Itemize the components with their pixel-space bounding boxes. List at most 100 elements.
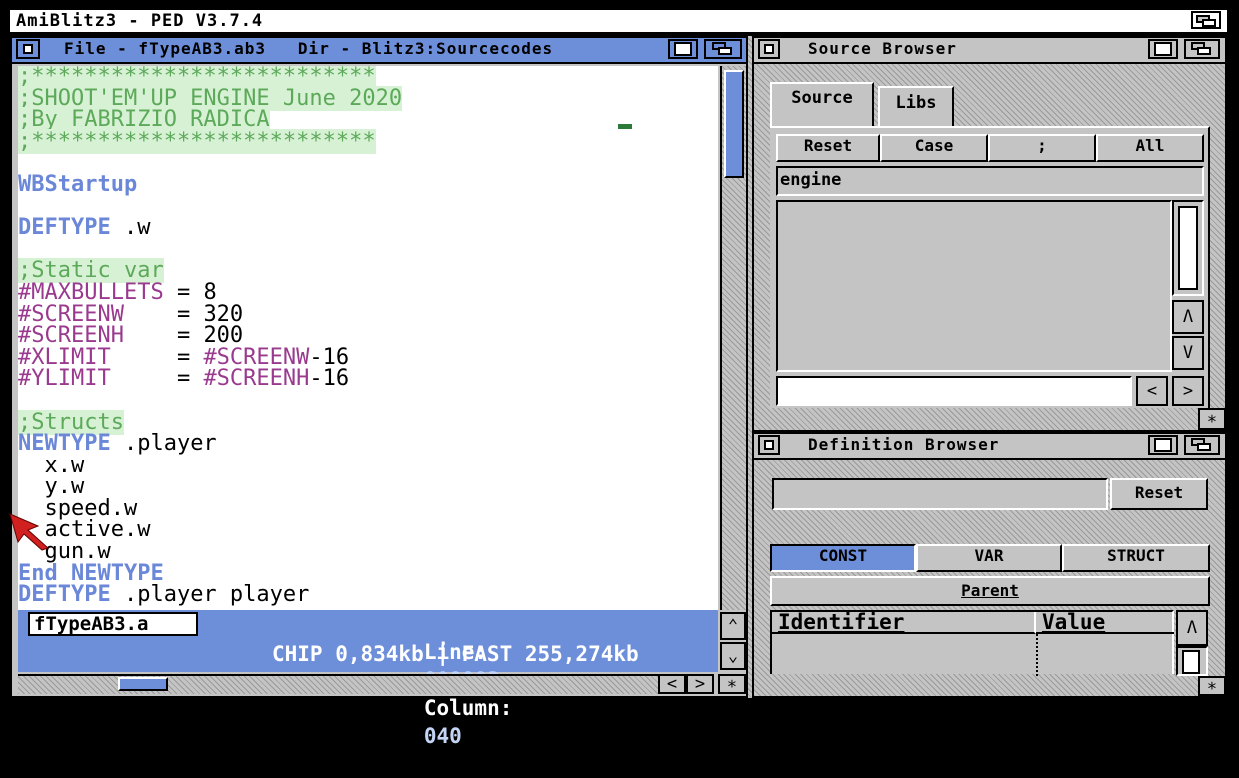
editor-hscroll-track[interactable] <box>18 674 658 694</box>
source-browser-window: Source Browser Source Libs Reset Case ; … <box>752 36 1227 432</box>
cursor-position: Line: 000003 Column: 040 <box>348 610 513 778</box>
code-line[interactable]: DEFTYPE .player player <box>18 584 718 606</box>
list-down-icon[interactable]: V <box>1172 336 1204 370</box>
code-line[interactable]: ;Structs <box>18 409 718 435</box>
code-line[interactable] <box>18 152 718 174</box>
code-editor[interactable]: ;************************** ;SHOOT'EM'UP … <box>18 66 718 610</box>
case-button[interactable]: Case <box>880 134 988 162</box>
scroll-up-icon[interactable]: ⌃ <box>720 612 746 640</box>
editor-hscroll-thumb[interactable] <box>118 677 168 691</box>
status-panel: fTypeAB3.a Line: 000003 Column: 040 CHIP… <box>18 610 718 748</box>
code-line[interactable]: NEWTYPE .player <box>18 433 718 455</box>
code-token: #SCREENH <box>203 366 310 392</box>
semicolon-button[interactable]: ; <box>988 134 1096 162</box>
resize-gadget-icon[interactable]: ∗ <box>1198 676 1226 696</box>
scroll-left-icon[interactable]: < <box>658 674 686 694</box>
definition-up-icon[interactable]: Λ <box>1176 610 1208 646</box>
column-value-header[interactable]: Value <box>1036 612 1174 634</box>
editor-vscroll-track[interactable] <box>720 66 746 610</box>
code-line[interactable]: DEFTYPE .w <box>18 217 718 239</box>
category-struct-button[interactable]: STRUCT <box>1062 544 1210 572</box>
code-line[interactable]: gun.w <box>18 541 718 563</box>
code-token: .w <box>110 215 151 241</box>
scroll-down-icon[interactable]: ⌄ <box>720 642 746 670</box>
editor-title-bar[interactable]: File - fTypeAB3.ab3 Dir - Blitz3:Sourcec… <box>12 38 746 64</box>
reset-button[interactable]: Reset <box>776 134 880 162</box>
column-label: Column: <box>423 696 513 720</box>
editor-vscroll-thumb[interactable] <box>724 70 744 178</box>
depth-gadget-icon[interactable] <box>1184 39 1220 59</box>
definition-reset-button[interactable]: Reset <box>1110 478 1208 510</box>
all-button[interactable]: All <box>1096 134 1204 162</box>
code-line[interactable]: active.w <box>18 519 718 541</box>
close-gadget-icon[interactable] <box>758 39 780 59</box>
resize-gadget-icon[interactable]: ∗ <box>718 674 746 694</box>
code-line[interactable] <box>18 239 718 261</box>
definition-table: Identifier Value <box>770 610 1174 676</box>
definition-scrollbar[interactable] <box>1176 646 1208 676</box>
list-up-icon[interactable]: Λ <box>1172 300 1204 334</box>
tab-libs[interactable]: Libs <box>878 86 954 126</box>
close-gadget-icon[interactable] <box>16 39 40 59</box>
category-var-button[interactable]: VAR <box>916 544 1062 572</box>
file-tab[interactable]: fTypeAB3.a <box>28 612 198 636</box>
code-token: #YLIMIT <box>18 366 111 392</box>
screen-depth-icon[interactable] <box>1191 11 1221 29</box>
source-browser-title: Source Browser <box>808 39 957 58</box>
nav-right-icon[interactable]: > <box>1172 376 1204 406</box>
code-line[interactable]: WBStartup <box>18 171 718 197</box>
code-token: .player player <box>110 582 310 608</box>
code-token: = <box>110 366 204 392</box>
source-list-scroll-thumb[interactable] <box>1178 206 1198 290</box>
definition-browser-title-bar[interactable]: Definition Browser <box>754 434 1225 460</box>
definition-browser-window: Definition Browser Reset CONST VAR STRUC… <box>752 432 1227 698</box>
code-line[interactable]: ;SHOOT'EM'UP ENGINE June 2020 <box>18 85 718 111</box>
zoom-gadget-icon[interactable] <box>1148 435 1178 455</box>
nav-left-icon[interactable]: < <box>1136 376 1168 406</box>
code-line[interactable]: End NEWTYPE <box>18 562 718 585</box>
zoom-gadget-icon[interactable] <box>668 39 698 59</box>
filter-input[interactable]: engine <box>776 166 1204 196</box>
code-line[interactable]: ;By FABRIZIO RADICA <box>18 107 718 133</box>
code-line[interactable]: #MAXBULLETS = 8 <box>18 281 718 304</box>
mouse-pointer-icon <box>9 513 49 551</box>
scroll-right-icon[interactable]: > <box>686 674 714 694</box>
source-results-list[interactable] <box>776 200 1172 372</box>
screen-title-bar: AmiBlitz3 - PED V3.7.4 <box>10 10 1227 34</box>
memory-status: CHIP 0,834kb | FAST 255,274kb <box>272 642 639 666</box>
category-const-button[interactable]: CONST <box>770 544 916 572</box>
definition-search-input[interactable] <box>772 478 1108 510</box>
code-lines: ;************************** ;SHOOT'EM'UP … <box>18 66 718 606</box>
depth-gadget-icon[interactable] <box>1184 435 1220 455</box>
zoom-gadget-icon[interactable] <box>1148 39 1178 59</box>
code-line[interactable]: x.w <box>18 454 718 477</box>
code-line[interactable] <box>18 390 718 412</box>
code-line[interactable]: #XLIMIT = #SCREENW-16 <box>18 346 718 369</box>
definition-scroll-thumb[interactable] <box>1182 650 1200 674</box>
editor-window-title: File - fTypeAB3.ab3 Dir - Blitz3:Sourcec… <box>64 39 554 58</box>
code-line[interactable]: #YLIMIT = #SCREENH-16 <box>18 368 718 390</box>
code-line[interactable]: #SCREENH = 200 <box>18 325 718 347</box>
parent-button[interactable]: Parent <box>770 576 1210 606</box>
code-line[interactable]: ;Static var <box>18 258 718 284</box>
definition-browser-title: Definition Browser <box>808 435 1000 454</box>
column-identifier-header[interactable]: Identifier <box>772 612 1036 634</box>
source-list-scrollbar[interactable] <box>1172 200 1204 296</box>
depth-gadget-icon[interactable] <box>704 39 742 59</box>
resize-gadget-icon[interactable]: ∗ <box>1198 408 1226 430</box>
editor-window: File - fTypeAB3.ab3 Dir - Blitz3:Sourcec… <box>10 36 748 748</box>
code-line[interactable]: #SCREENW = 320 <box>18 303 718 326</box>
source-bottom-field[interactable] <box>776 376 1132 406</box>
close-gadget-icon[interactable] <box>758 435 780 455</box>
column-divider <box>1036 634 1038 676</box>
code-line[interactable]: y.w <box>18 476 718 498</box>
screen-title: AmiBlitz3 - PED V3.7.4 <box>16 11 264 31</box>
code-token: WBStartup <box>18 171 138 197</box>
source-browser-title-bar[interactable]: Source Browser <box>754 38 1225 64</box>
code-line[interactable] <box>18 196 718 218</box>
code-line[interactable]: ;************************** <box>18 128 718 154</box>
tab-source[interactable]: Source <box>770 82 874 130</box>
code-token: ;************************** <box>18 128 376 154</box>
code-line[interactable]: ;************************** <box>18 66 718 89</box>
code-line[interactable]: speed.w <box>18 497 718 520</box>
